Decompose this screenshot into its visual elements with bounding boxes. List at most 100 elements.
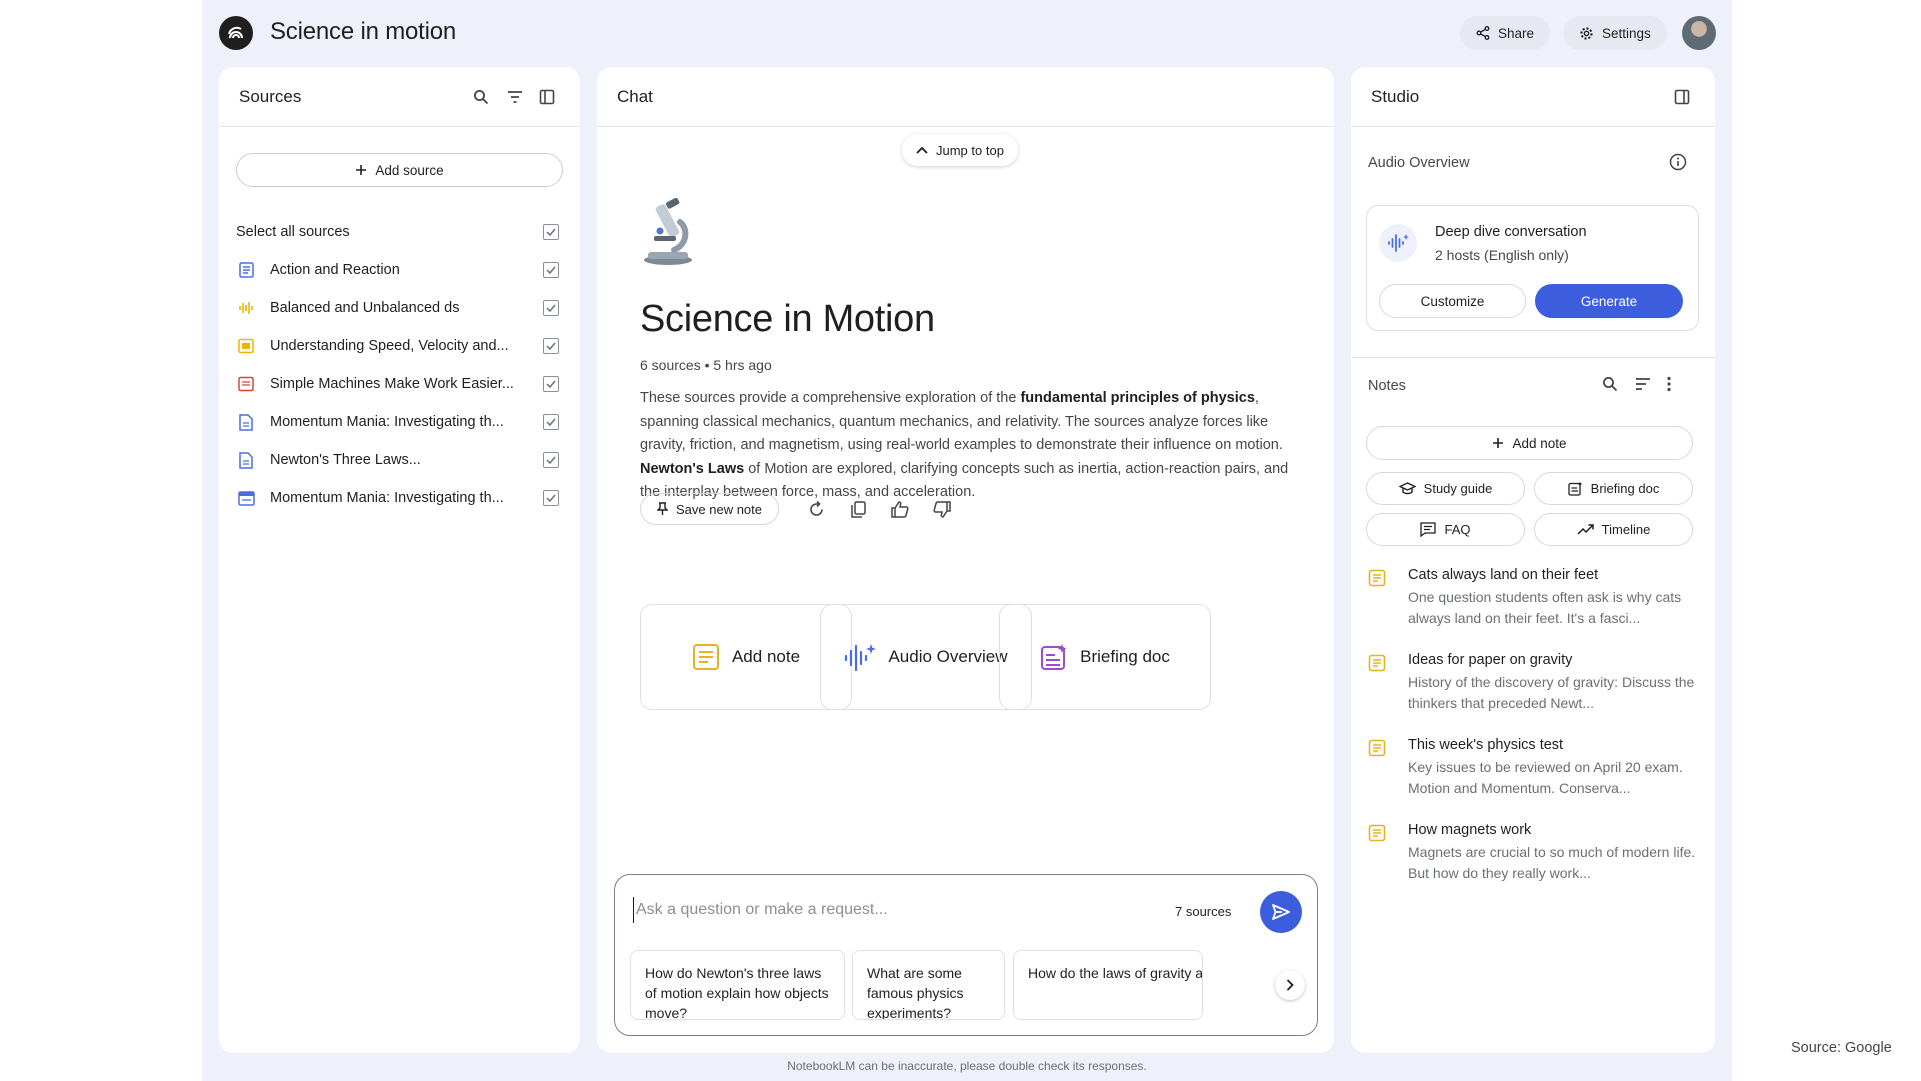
- source-item[interactable]: Momentum Mania: Investigating th...: [236, 483, 563, 513]
- disclaimer: NotebookLM can be inaccurate, please dou…: [787, 1059, 1147, 1073]
- suggestion-chip[interactable]: What are some famous physics experiments…: [852, 950, 1005, 1020]
- sources-header: Sources: [219, 67, 580, 127]
- sources-title: Sources: [239, 86, 302, 106]
- collapse-panel-icon[interactable]: [534, 84, 560, 110]
- web-icon: [236, 488, 256, 508]
- note-preview: History of the discovery of gravity: Dis…: [1408, 674, 1695, 711]
- select-all-checkbox[interactable]: [543, 224, 559, 240]
- settings-button[interactable]: Settings: [1563, 16, 1667, 50]
- source-item-label: Newton's Three Laws...: [270, 452, 421, 468]
- source-item[interactable]: Action and Reaction: [236, 255, 563, 285]
- source-item-label: Momentum Mania: Investigating th...: [270, 490, 504, 506]
- chat-title: Chat: [617, 86, 653, 106]
- send-button[interactable]: [1260, 891, 1302, 933]
- trending-up-icon: [1577, 524, 1594, 535]
- note-title: Ideas for paper on gravity: [1408, 652, 1573, 668]
- share-button[interactable]: Share: [1460, 16, 1551, 50]
- divider: [1351, 357, 1715, 358]
- copy-icon[interactable]: [837, 493, 879, 525]
- study-guide-button[interactable]: Study guide: [1366, 472, 1525, 505]
- source-item[interactable]: Momentum Mania: Investigating th...: [236, 407, 563, 437]
- save-new-note-button[interactable]: Save new note: [640, 493, 780, 525]
- source-item[interactable]: Simple Machines Make Work Easier...: [236, 369, 563, 399]
- sort-icon[interactable]: [1635, 377, 1651, 396]
- sources-count[interactable]: 7 sources: [1175, 904, 1231, 919]
- jump-to-top-button[interactable]: Jump to top: [902, 134, 1018, 166]
- generate-button[interactable]: Generate: [1535, 284, 1683, 318]
- search-icon[interactable]: [468, 84, 494, 110]
- add-note-label: Add note: [1512, 435, 1567, 451]
- customize-button[interactable]: Customize: [1379, 284, 1526, 318]
- suggestion-chip[interactable]: How do Newton's three laws of motion exp…: [630, 950, 845, 1020]
- jump-to-top-label: Jump to top: [936, 142, 1004, 158]
- chat-header: Chat: [597, 67, 1334, 127]
- source-item-label: Simple Machines Make Work Easier...: [270, 376, 514, 392]
- note-item[interactable]: Ideas for paper on gravity History of th…: [1368, 652, 1703, 718]
- source-item[interactable]: Newton's Three Laws...: [236, 445, 563, 475]
- note-preview: Magnets are crucial to so much of modern…: [1408, 844, 1696, 881]
- sources-panel: Sources Add source Select all sources Ac…: [219, 67, 580, 1053]
- note-item[interactable]: Cats always land on their feet One quest…: [1368, 567, 1703, 633]
- note-preview: One question students often ask is why c…: [1408, 589, 1682, 626]
- notebooklm-logo-icon[interactable]: [219, 16, 253, 50]
- studio-title: Studio: [1371, 86, 1420, 106]
- source-checkbox[interactable]: [543, 452, 559, 468]
- add-source-button[interactable]: Add source: [236, 153, 563, 187]
- search-icon[interactable]: [1602, 376, 1618, 397]
- audio-card-title: Deep dive conversation: [1435, 224, 1587, 240]
- note-item[interactable]: This week's physics test Key issues to b…: [1368, 737, 1703, 803]
- note-title: This week's physics test: [1408, 737, 1564, 753]
- suggestion-chip[interactable]: How do the laws of gravity apply at very…: [1013, 950, 1203, 1020]
- share-icon: [1476, 26, 1490, 40]
- briefing-doc-card-label: Briefing doc: [1080, 647, 1170, 666]
- audio-card-subtitle: 2 hosts (English only): [1435, 247, 1569, 263]
- microscope-icon: [640, 197, 696, 271]
- source-checkbox[interactable]: [543, 376, 559, 392]
- source-checkbox[interactable]: [543, 262, 559, 278]
- note-title: Cats always land on their feet: [1408, 567, 1599, 583]
- source-item-label: Understanding Speed, Velocity and...: [270, 338, 509, 354]
- notebook-meta: 6 sources • 5 hrs ago: [640, 357, 772, 373]
- more-vert-icon[interactable]: [1666, 376, 1672, 397]
- source-checkbox[interactable]: [543, 300, 559, 316]
- briefing-doc-button[interactable]: Briefing doc: [1534, 472, 1693, 505]
- summary-text: These sources provide a comprehensive ex…: [640, 390, 1021, 406]
- briefing-doc-icon: [1041, 644, 1067, 670]
- studio-header: Studio: [1351, 67, 1715, 127]
- audio-wave-icon: [1379, 224, 1417, 262]
- timeline-button[interactable]: Timeline: [1534, 513, 1693, 546]
- note-item[interactable]: How magnets work Magnets are crucial to …: [1368, 822, 1703, 888]
- source-item-label: Balanced and Unbalanced ds: [270, 300, 460, 316]
- add-note-button[interactable]: Add note: [1366, 426, 1693, 460]
- select-all-label: Select all sources: [236, 224, 350, 240]
- graduation-cap-icon: [1398, 482, 1416, 495]
- source-item[interactable]: Balanced and Unbalanced ds: [236, 293, 563, 323]
- regenerate-icon[interactable]: [795, 493, 837, 525]
- note-preview: Key issues to be reviewed on April 20 ex…: [1408, 759, 1683, 796]
- chevron-right-icon[interactable]: [1275, 970, 1305, 1000]
- source-checkbox[interactable]: [543, 490, 559, 506]
- settings-label: Settings: [1602, 25, 1651, 41]
- briefing-doc-label: Briefing doc: [1590, 481, 1660, 496]
- filter-icon[interactable]: [502, 84, 528, 110]
- info-icon[interactable]: [1669, 153, 1687, 176]
- timeline-label: Timeline: [1601, 522, 1651, 537]
- source-checkbox[interactable]: [543, 338, 559, 354]
- briefing-doc-card[interactable]: Briefing doc: [999, 604, 1211, 710]
- ask-input[interactable]: [633, 897, 1053, 923]
- avatar[interactable]: [1682, 16, 1716, 50]
- source-checkbox[interactable]: [543, 414, 559, 430]
- source-item-label: Action and Reaction: [270, 262, 400, 278]
- notebook-title[interactable]: Science in motion: [270, 18, 456, 46]
- audio-icon: [236, 298, 256, 318]
- thumbs-up-icon[interactable]: [879, 493, 921, 525]
- thumbs-down-icon[interactable]: [921, 493, 963, 525]
- select-all-sources-row[interactable]: Select all sources: [236, 217, 563, 247]
- study-guide-label: Study guide: [1423, 481, 1493, 496]
- app-window: Science in motion Share Settings Sources…: [202, 0, 1732, 1081]
- faq-button[interactable]: FAQ: [1366, 513, 1525, 546]
- studio-panel: Studio Audio Overview Deep dive conversa…: [1351, 67, 1715, 1053]
- source-item[interactable]: Understanding Speed, Velocity and...: [236, 331, 563, 361]
- note-icon: [1368, 824, 1386, 842]
- collapse-panel-icon[interactable]: [1669, 84, 1695, 110]
